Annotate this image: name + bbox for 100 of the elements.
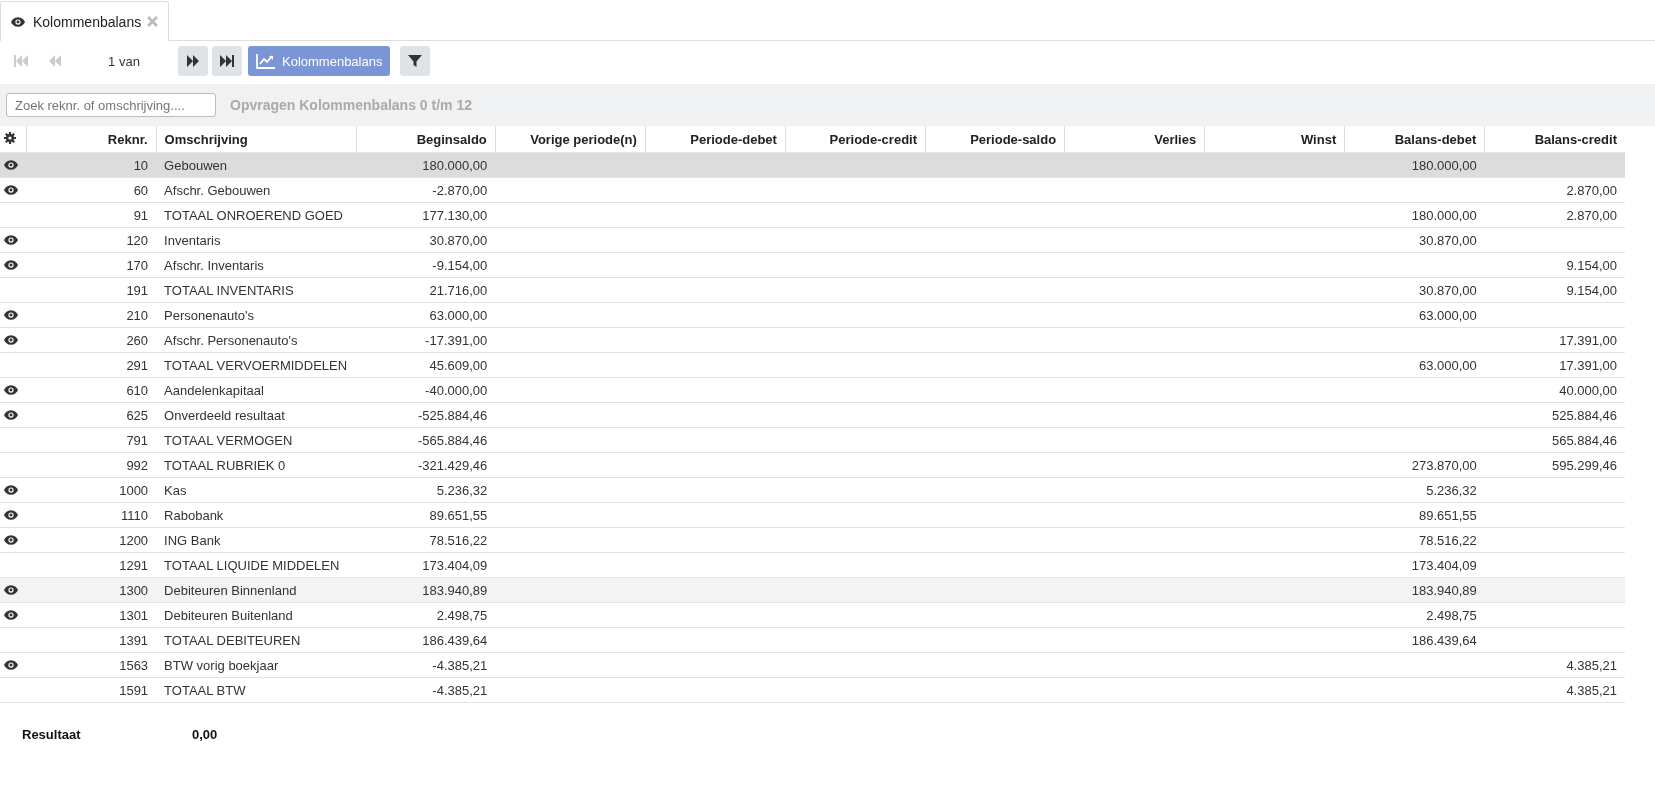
table-cell: 9.154,00	[1566, 282, 1617, 298]
table-cell: -17.391,00	[425, 332, 488, 348]
column-header[interactable]: Periode-saldo	[925, 126, 1065, 153]
table-cell: 17.391,00	[1559, 332, 1617, 348]
table-cell: 45.609,00	[429, 357, 488, 373]
view-icon[interactable]	[4, 509, 18, 520]
column-header[interactable]: Verlies	[1064, 126, 1205, 153]
view-icon[interactable]	[4, 609, 18, 620]
table-cell: 1563	[119, 657, 149, 673]
table-cell: TOTAAL VERVOERMIDDELEN	[164, 357, 348, 373]
view-icon[interactable]	[4, 384, 18, 395]
table-cell: ING Bank	[164, 532, 221, 548]
table-cell: 78.516,22	[1419, 532, 1477, 548]
column-header[interactable]: Vorige periode(n)	[495, 126, 646, 153]
table-cell: 60	[133, 182, 149, 198]
eye-icon[interactable]	[11, 16, 25, 27]
table-cell: 1301	[119, 607, 149, 623]
view-icon[interactable]	[4, 534, 18, 545]
table-cell: 5.236,32	[436, 482, 488, 498]
search-field[interactable]: Zoek reknr. of omschrijving....	[6, 93, 216, 117]
table-cell: Personenauto's	[164, 307, 255, 323]
table-cell: 183.940,89	[1411, 582, 1477, 598]
settings-icon[interactable]	[4, 131, 16, 144]
table-cell: 5.236,32	[1426, 482, 1477, 498]
query-title: Opvragen Kolommenbalans 0 t/m 12	[230, 97, 472, 113]
table-cell: 63.000,00	[1419, 357, 1477, 373]
column-header[interactable]: Winst	[1204, 126, 1345, 153]
table-cell: 78.516,22	[429, 532, 488, 548]
table-cell: 610	[126, 382, 149, 398]
next-page-button[interactable]	[178, 46, 208, 76]
table-cell: Debiteuren Binnenland	[164, 582, 297, 598]
table-cell: TOTAAL ONROEREND GOED	[164, 207, 343, 223]
table-cell: -321.429,46	[417, 457, 488, 473]
view-icon[interactable]	[4, 659, 18, 670]
table-cell: 191	[126, 282, 149, 298]
table-cell: -4.385,21	[432, 657, 488, 673]
fast-forward-icon	[185, 53, 201, 69]
table-cell: 260	[126, 332, 149, 348]
column-header[interactable]: Reknr.	[26, 126, 157, 153]
table-cell: Inventaris	[164, 232, 221, 248]
table-cell: 91	[133, 207, 149, 223]
rewind-icon	[47, 53, 63, 69]
table-cell: 63.000,00	[429, 307, 488, 323]
view-icon[interactable]	[4, 309, 18, 320]
table-cell: 21.716,00	[429, 282, 488, 298]
table-cell: Onverdeeld resultaat	[164, 407, 285, 423]
table-cell: 173.404,09	[1411, 557, 1477, 573]
view-icon[interactable]	[4, 159, 18, 170]
table-cell: 180.000,00	[1411, 157, 1477, 173]
column-header[interactable]: Periode-debet	[645, 126, 786, 153]
skip-first-icon	[13, 53, 29, 69]
table-cell: TOTAAL BTW	[164, 682, 246, 698]
table-cell: Afschr. Inventaris	[164, 257, 264, 273]
table-cell: Rabobank	[164, 507, 224, 523]
view-icon[interactable]	[4, 409, 18, 420]
view-icon[interactable]	[4, 234, 18, 245]
table-cell: 4.385,21	[1566, 682, 1617, 698]
line-chart-icon	[256, 53, 276, 69]
column-header[interactable]: Balans-credit	[1484, 126, 1625, 153]
table-cell: Aandelenkapitaal	[164, 382, 264, 398]
table-cell: 625	[126, 407, 149, 423]
column-header[interactable]: Beginsaldo	[356, 126, 496, 153]
column-header[interactable]: Periode-credit	[785, 126, 926, 153]
table-cell: 992	[126, 457, 149, 473]
table-cell: 1300	[119, 582, 149, 598]
table-cell: 565.884,46	[1551, 432, 1617, 448]
table-cell: 525.884,46	[1551, 407, 1617, 423]
last-page-button[interactable]	[212, 46, 242, 76]
table-cell: 89.651,55	[1419, 507, 1477, 523]
view-icon[interactable]	[4, 334, 18, 345]
table-cell: 1591	[119, 682, 149, 698]
skip-last-icon	[219, 53, 235, 69]
table-cell: TOTAAL LIQUIDE MIDDELEN	[164, 557, 340, 573]
table-cell: 30.870,00	[429, 232, 488, 248]
table-cell: 2.498,75	[436, 607, 488, 623]
table-cell: 2.498,75	[1426, 607, 1477, 623]
report-tab[interactable]: Kolommenbalans	[0, 1, 170, 41]
column-header[interactable]: Balans-debet	[1344, 126, 1485, 153]
table-cell: 10	[133, 157, 149, 173]
table-cell: 177.130,00	[422, 207, 488, 223]
table-cell: TOTAAL RUBRIEK 0	[164, 457, 286, 473]
filter-button[interactable]	[400, 46, 431, 76]
table-cell: 1291	[119, 557, 149, 573]
table-cell: -2.870,00	[432, 182, 488, 198]
table-cell: 173.404,09	[422, 557, 488, 573]
table-cell: 595.299,46	[1551, 457, 1617, 473]
table-cell: -4.385,21	[432, 682, 488, 698]
result-label: Resultaat	[22, 727, 82, 742]
column-header[interactable]: Omschrijving	[156, 126, 357, 153]
table-cell: TOTAAL VERMOGEN	[164, 432, 293, 448]
table-cell: 791	[126, 432, 149, 448]
table-cell: 1110	[121, 507, 149, 523]
table-cell: 2.870,00	[1566, 182, 1617, 198]
view-icon[interactable]	[4, 184, 18, 195]
view-icon[interactable]	[4, 584, 18, 595]
table-cell: 186.439,64	[422, 632, 488, 648]
table-cell: 291	[126, 357, 149, 373]
view-icon[interactable]	[4, 484, 18, 495]
table-cell: Gebouwen	[164, 157, 227, 173]
view-icon[interactable]	[4, 259, 18, 270]
